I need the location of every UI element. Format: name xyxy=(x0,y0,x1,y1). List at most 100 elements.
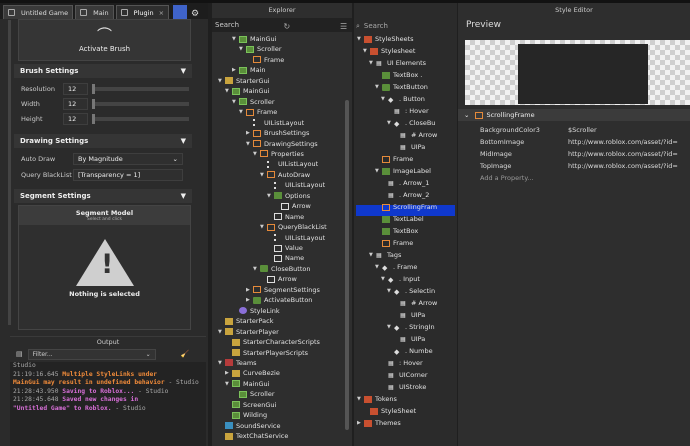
expand-arrow-icon[interactable]: ▼ xyxy=(246,141,253,147)
expand-arrow-icon[interactable]: ▼ xyxy=(369,252,376,258)
tab-overflow-icon[interactable] xyxy=(173,5,188,19)
tree-item[interactable]: UIListLayout xyxy=(260,159,318,169)
tree-item[interactable]: ▶ CurveBezie xyxy=(225,368,280,378)
tree-item[interactable]: ▦: Hover xyxy=(381,358,423,368)
tree-item[interactable]: Scroller xyxy=(232,389,275,399)
collapse-arrow-icon[interactable]: ▶ xyxy=(232,67,239,73)
tree-item[interactable]: ▦ UIPa xyxy=(393,334,425,344)
output-menu-icon[interactable]: ▤ xyxy=(16,350,23,358)
expand-arrow-icon[interactable]: ▼ xyxy=(381,96,388,102)
expand-arrow-icon[interactable]: ▼ xyxy=(225,88,232,94)
collapse-arrow-icon[interactable]: ▶ xyxy=(246,287,253,293)
tree-item[interactable]: ◆ . Numbe xyxy=(387,346,433,356)
expand-arrow-icon[interactable]: ▼ xyxy=(253,266,260,272)
expand-arrow-icon[interactable]: ▼ xyxy=(218,78,225,84)
clear-output-icon[interactable]: 🧹 xyxy=(181,350,190,358)
tree-item[interactable]: TextBox . xyxy=(375,70,422,80)
expand-arrow-icon[interactable]: ▼ xyxy=(375,168,382,174)
tree-item[interactable]: ScrollingFram xyxy=(375,202,437,212)
tree-item[interactable]: ▼ ▦ UI Elements xyxy=(369,58,426,68)
resolution-input[interactable]: 12 xyxy=(63,82,88,95)
filter-icon[interactable]: ☰ xyxy=(340,22,348,31)
collapse-arrow-icon[interactable]: ▶ xyxy=(246,297,253,303)
query-blacklist-input[interactable]: [Transparency = 1] xyxy=(73,168,183,181)
tree-item[interactable]: Name xyxy=(267,212,304,222)
collapse-arrow-icon[interactable]: ▶ xyxy=(225,370,232,376)
width-input[interactable]: 12 xyxy=(63,97,88,110)
tree-item[interactable]: ▦ # Arrow xyxy=(393,298,437,308)
stylesheets-search[interactable]: ⌕ Search xyxy=(356,20,455,32)
tree-item[interactable]: ▼ Scroller xyxy=(232,97,275,107)
add-property-button[interactable]: Add a Property... xyxy=(458,172,690,183)
tree-item[interactable]: ▼ CloseButton xyxy=(253,264,310,274)
expand-arrow-icon[interactable]: ▼ xyxy=(375,84,382,90)
tree-item[interactable]: TextBox xyxy=(375,226,418,236)
expand-arrow-icon[interactable]: ▼ xyxy=(253,151,260,157)
tree-item[interactable]: ▼ Stylesheet xyxy=(363,46,415,56)
tab-untitled-game[interactable]: Untitled Game xyxy=(3,5,74,19)
tree-item[interactable]: ▼ DrawingSettings xyxy=(246,139,318,149)
drawing-settings-header[interactable]: Drawing Settings ▼ xyxy=(14,134,192,148)
tree-item[interactable]: ▶ BrushSettings xyxy=(246,128,309,138)
tree-item[interactable]: ▼ ◆ . Input xyxy=(381,274,420,284)
resolution-slider[interactable] xyxy=(92,83,189,94)
tree-item[interactable]: ▶ ActivateButton xyxy=(246,295,312,305)
tree-item[interactable]: ▼ MainGui xyxy=(232,34,276,44)
auto-draw-dropdown[interactable]: By Magnitude ⌄ xyxy=(73,152,183,165)
expand-arrow-icon[interactable]: ▼ xyxy=(375,264,382,270)
tree-item[interactable]: ▼ AutoDraw xyxy=(260,170,310,180)
expand-arrow-icon[interactable]: ▼ xyxy=(260,172,267,178)
tree-item[interactable]: StarterPack xyxy=(218,316,274,326)
expand-arrow-icon[interactable]: ▼ xyxy=(363,48,370,54)
segment-model-button[interactable]: Segment Model Select and click xyxy=(19,206,190,225)
tree-item[interactable]: Name xyxy=(267,253,304,263)
tree-item[interactable]: ▼ MainGui xyxy=(225,379,269,389)
explorer-scrollbar[interactable] xyxy=(345,100,349,430)
tree-item[interactable]: Arrow xyxy=(274,201,311,211)
tree-item[interactable]: ▦ UIStroke xyxy=(381,382,426,392)
tree-item[interactable]: ▼ MainGui xyxy=(225,86,269,96)
width-slider[interactable] xyxy=(92,98,189,109)
tree-item[interactable]: Wilding xyxy=(225,410,267,420)
tree-item[interactable]: Frame xyxy=(375,238,413,248)
activate-brush-button[interactable]: ⌒ Activate Brush xyxy=(18,19,191,61)
tree-item[interactable]: ▼ Frame xyxy=(239,107,277,117)
collapse-arrow-icon[interactable]: ▶ xyxy=(246,130,253,136)
gear-icon[interactable]: ⚙ xyxy=(191,9,199,19)
expand-arrow-icon[interactable]: ▼ xyxy=(239,46,246,52)
tree-item[interactable]: StarterCharacterScripts xyxy=(225,337,320,347)
tree-item[interactable]: ▼ Scroller xyxy=(239,44,282,54)
tree-item[interactable]: ▶ Main xyxy=(232,65,266,75)
expand-arrow-icon[interactable]: ▼ xyxy=(369,60,376,66)
tree-item[interactable]: ▦ UIPa xyxy=(393,142,425,152)
tree-item[interactable]: Frame xyxy=(375,154,413,164)
expand-arrow-icon[interactable]: ▼ xyxy=(239,109,246,115)
tree-item[interactable]: UIListLayout xyxy=(267,180,325,190)
close-icon[interactable]: × xyxy=(159,9,164,17)
tree-item[interactable]: ▦: Hover xyxy=(387,106,429,116)
slider-handle[interactable] xyxy=(92,83,95,94)
tree-item[interactable]: ▼ ◆ . Frame xyxy=(375,262,417,272)
tree-item[interactable]: ▼ ◆ . CloseBu xyxy=(387,118,435,128)
tree-item[interactable]: ▦ . Arrow_1 xyxy=(381,178,429,188)
tree-item[interactable]: ▦ . Arrow_2 xyxy=(381,190,429,200)
tree-item[interactable]: ▦ # Arrow xyxy=(393,130,437,140)
tree-item[interactable]: ▼ Tokens xyxy=(357,394,397,404)
tree-item[interactable]: ▦ UIPa xyxy=(393,310,425,320)
expand-arrow-icon[interactable]: ▼ xyxy=(387,288,394,294)
expand-arrow-icon[interactable]: ▼ xyxy=(218,329,225,335)
collapse-arrow-icon[interactable]: ▶ xyxy=(357,420,364,426)
tree-item[interactable]: Frame xyxy=(246,55,284,65)
tree-item[interactable]: ▼ ◆ . Button xyxy=(381,94,425,104)
tree-item[interactable]: ▶ SegmentSettings xyxy=(246,285,320,295)
tree-item[interactable]: UIListLayout xyxy=(246,118,304,128)
explorer-search[interactable]: Search ↻ ☰ xyxy=(212,18,352,32)
tree-item[interactable]: ▼ StarterGui xyxy=(218,76,270,86)
tree-item[interactable]: ▼ Options xyxy=(267,191,310,201)
tree-item[interactable]: ▶ Themes xyxy=(357,418,401,428)
expand-arrow-icon[interactable]: ▼ xyxy=(387,120,394,126)
tab-main[interactable]: Main xyxy=(75,5,114,19)
tree-item[interactable]: ▼ Teams xyxy=(218,358,257,368)
expand-arrow-icon[interactable]: ▼ xyxy=(218,360,225,366)
expand-arrow-icon[interactable]: ▼ xyxy=(260,224,267,230)
